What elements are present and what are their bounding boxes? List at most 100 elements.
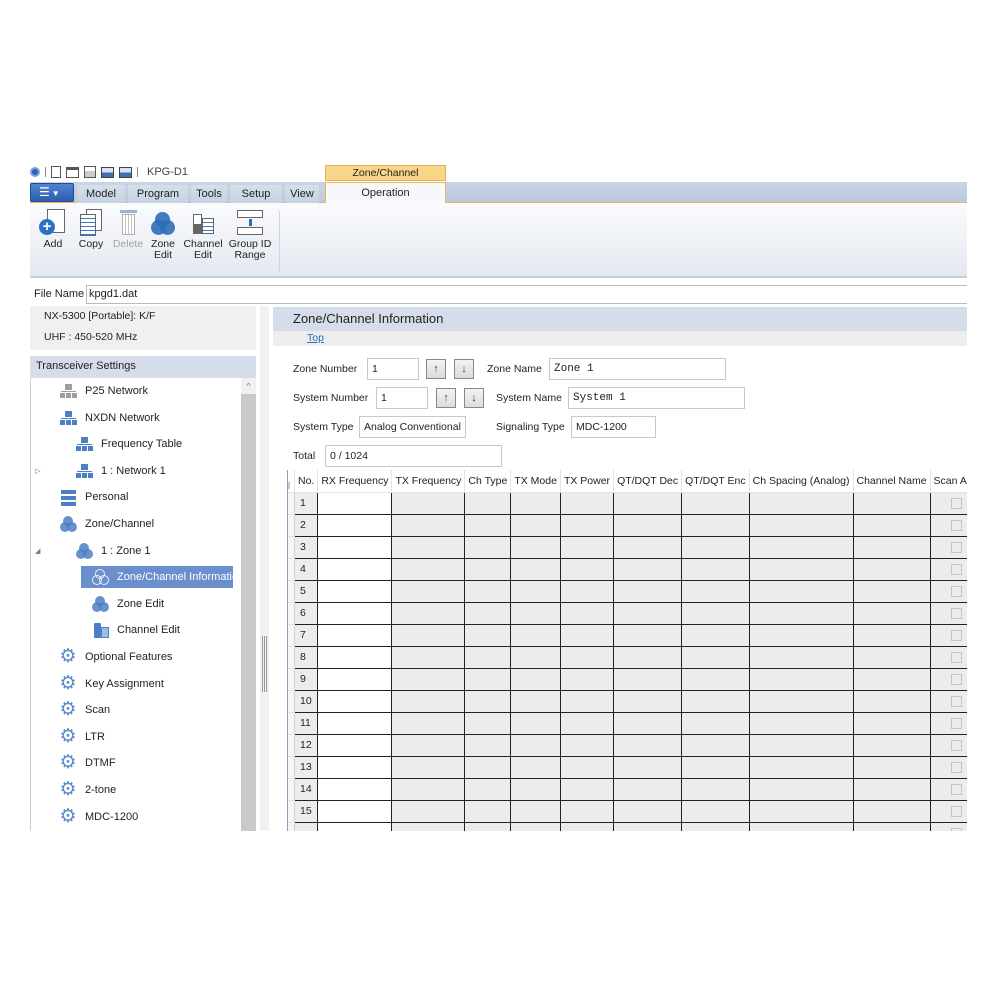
ch-type-cell[interactable] bbox=[464, 513, 512, 537]
tx-cell[interactable] bbox=[391, 557, 466, 581]
name-cell[interactable] bbox=[852, 799, 931, 823]
read-radio-icon[interactable] bbox=[101, 166, 114, 178]
name-cell[interactable] bbox=[852, 601, 931, 625]
system-name-field[interactable]: System 1 bbox=[568, 387, 745, 409]
spacing-cell[interactable] bbox=[748, 689, 854, 713]
column-header[interactable]: TX Mode bbox=[510, 470, 561, 493]
file-name-field[interactable]: kpgd1.dat bbox=[86, 284, 967, 304]
rx-cell[interactable] bbox=[317, 513, 393, 537]
tx-power-cell[interactable] bbox=[559, 645, 615, 669]
ch-type-cell[interactable] bbox=[464, 821, 512, 831]
tree-item[interactable]: ⚙ Key Assignment bbox=[59, 673, 163, 695]
tree-item[interactable]: ◢NXDN Network bbox=[59, 407, 160, 429]
column-header[interactable]: Ch Spacing (Analog) bbox=[749, 470, 854, 493]
tab-operation[interactable]: Operation bbox=[325, 182, 446, 204]
spacing-cell[interactable] bbox=[748, 645, 854, 669]
ch-type-cell[interactable] bbox=[464, 491, 512, 515]
scan-add-checkbox[interactable] bbox=[950, 761, 962, 773]
scan-add-checkbox[interactable] bbox=[950, 673, 962, 685]
tree-item[interactable]: ▷⚙Scan bbox=[59, 699, 110, 721]
rx-cell[interactable] bbox=[317, 777, 393, 801]
tx-mode-cell[interactable] bbox=[510, 645, 561, 669]
rx-cell[interactable] bbox=[317, 579, 393, 603]
rx-cell[interactable] bbox=[317, 601, 393, 625]
scan-add-checkbox[interactable] bbox=[950, 717, 962, 729]
system-number-down-button[interactable]: ↓ bbox=[464, 388, 484, 408]
tx-power-cell[interactable] bbox=[559, 513, 615, 537]
tree-item[interactable]: ◢Zone/Channel bbox=[59, 513, 154, 535]
copy-button[interactable]: Copy bbox=[74, 209, 108, 250]
ch-type-cell[interactable] bbox=[464, 601, 512, 625]
spacing-cell[interactable] bbox=[748, 491, 854, 515]
qt-dec-cell[interactable] bbox=[613, 689, 683, 713]
qt-dec-cell[interactable] bbox=[613, 777, 683, 801]
spacing-cell[interactable] bbox=[748, 557, 854, 581]
tree-item[interactable]: Frequency Table bbox=[75, 433, 182, 455]
tx-cell[interactable] bbox=[391, 513, 466, 537]
rx-cell[interactable] bbox=[317, 755, 393, 779]
qt-dec-cell[interactable] bbox=[613, 601, 683, 625]
qt-dec-cell[interactable] bbox=[613, 733, 683, 757]
spacing-cell[interactable] bbox=[748, 799, 854, 823]
scan-add-checkbox[interactable] bbox=[950, 805, 962, 817]
tx-mode-cell[interactable] bbox=[510, 689, 561, 713]
column-header[interactable]: RX Frequency bbox=[317, 470, 393, 493]
collapse-arrow-icon[interactable]: ◢ bbox=[35, 547, 43, 555]
qt-dec-cell[interactable] bbox=[613, 557, 683, 581]
qt-dec-cell[interactable] bbox=[613, 579, 683, 603]
tx-mode-cell[interactable] bbox=[510, 535, 561, 559]
qt-enc-cell[interactable] bbox=[681, 535, 750, 559]
spacing-cell[interactable] bbox=[748, 579, 854, 603]
file-menu-button[interactable]: ☰ ▼ bbox=[30, 183, 74, 202]
tx-power-cell[interactable] bbox=[559, 601, 615, 625]
qt-enc-cell[interactable] bbox=[681, 755, 750, 779]
rx-cell[interactable] bbox=[317, 667, 393, 691]
rx-cell[interactable] bbox=[317, 623, 393, 647]
tx-power-cell[interactable] bbox=[559, 755, 615, 779]
column-header[interactable]: TX Frequency bbox=[391, 470, 466, 493]
tx-cell[interactable] bbox=[391, 777, 466, 801]
scan-add-checkbox[interactable] bbox=[950, 629, 962, 641]
qt-enc-cell[interactable] bbox=[681, 733, 750, 757]
tx-cell[interactable] bbox=[391, 579, 466, 603]
tx-mode-cell[interactable] bbox=[510, 711, 561, 735]
qt-enc-cell[interactable] bbox=[681, 799, 750, 823]
name-cell[interactable] bbox=[852, 513, 931, 537]
ch-type-cell[interactable] bbox=[464, 535, 512, 559]
tree-scrollbar[interactable]: ^ bbox=[241, 378, 256, 831]
tab-setup[interactable]: Setup bbox=[230, 185, 282, 203]
zone-number-field[interactable]: 1 bbox=[367, 358, 419, 380]
tx-mode-cell[interactable] bbox=[510, 733, 561, 757]
scroll-up-icon[interactable]: ^ bbox=[241, 378, 256, 394]
name-cell[interactable] bbox=[852, 711, 931, 735]
tx-mode-cell[interactable] bbox=[510, 755, 561, 779]
name-cell[interactable] bbox=[852, 733, 931, 757]
scan-add-checkbox[interactable] bbox=[950, 497, 962, 509]
tree-item[interactable]: ▷⚙2-tone bbox=[59, 779, 116, 801]
qt-enc-cell[interactable] bbox=[681, 491, 750, 515]
column-header[interactable]: No. bbox=[294, 470, 319, 493]
qt-dec-cell[interactable] bbox=[613, 755, 683, 779]
tx-cell[interactable] bbox=[391, 733, 466, 757]
qt-enc-cell[interactable] bbox=[681, 513, 750, 537]
name-cell[interactable] bbox=[852, 667, 931, 691]
zone-number-up-button[interactable]: ↑ bbox=[426, 359, 446, 379]
scan-add-checkbox[interactable] bbox=[950, 607, 962, 619]
name-cell[interactable] bbox=[852, 623, 931, 647]
zone-number-down-button[interactable]: ↓ bbox=[454, 359, 474, 379]
spacing-cell[interactable] bbox=[748, 821, 854, 831]
tx-mode-cell[interactable] bbox=[510, 799, 561, 823]
name-cell[interactable] bbox=[852, 579, 931, 603]
column-header[interactable]: Ch Type bbox=[464, 470, 512, 493]
tx-power-cell[interactable] bbox=[559, 689, 615, 713]
scan-add-checkbox[interactable] bbox=[950, 541, 962, 553]
qt-enc-cell[interactable] bbox=[681, 821, 750, 831]
rx-cell[interactable] bbox=[317, 645, 393, 669]
spacing-cell[interactable] bbox=[748, 601, 854, 625]
name-cell[interactable] bbox=[852, 535, 931, 559]
rx-cell[interactable] bbox=[317, 711, 393, 735]
save-icon[interactable] bbox=[84, 166, 96, 178]
rx-cell[interactable] bbox=[317, 535, 393, 559]
expand-arrow-icon[interactable]: ▷ bbox=[35, 467, 43, 475]
qt-dec-cell[interactable] bbox=[613, 821, 683, 831]
